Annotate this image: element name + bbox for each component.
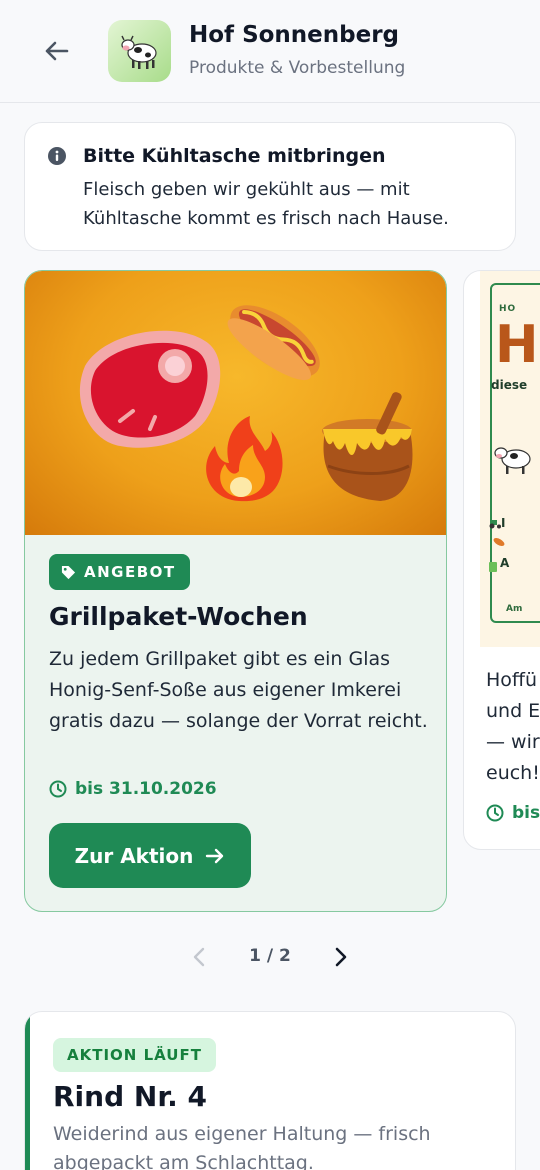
offer-date-label: bis <box>512 803 540 823</box>
offer-card-next[interactable]: HO H diese I A Am Hoffü und E — wir euch… <box>463 270 540 850</box>
back-button[interactable] <box>38 32 76 70</box>
offer-cta-label: Zur Aktion <box>74 843 194 868</box>
cooler-bag-notice: Bitte Kühltasche mitbringen Fleisch gebe… <box>24 122 516 251</box>
chevron-right-icon <box>335 947 347 967</box>
pager-prev-button[interactable] <box>181 938 217 976</box>
cow-icon <box>120 35 157 69</box>
product-title: Rind Nr. 4 <box>53 1080 207 1113</box>
product-card[interactable]: AKTION LÄUFT Rind Nr. 4 Weiderind aus ei… <box>24 1011 516 1170</box>
poster-kicker: HO <box>499 304 517 314</box>
clock-icon <box>49 780 67 798</box>
offer-date: bis 31.10.2026 <box>49 779 217 799</box>
farm-subtitle: Produkte & Vorbestellung <box>189 58 406 78</box>
chevron-left-icon <box>193 947 205 967</box>
product-accent-bar <box>25 1012 30 1170</box>
app-header: Hof Sonnenberg Produkte & Vorbestellung <box>0 0 540 103</box>
farm-title: Hof Sonnenberg <box>189 22 400 48</box>
cow-icon <box>494 447 531 474</box>
poster-subline: diese <box>491 378 528 392</box>
tractor-icon <box>489 520 501 529</box>
offer-title: Grillpaket-Wochen <box>49 602 308 631</box>
info-icon <box>48 147 66 165</box>
offer-badge-label: ANGEBOT <box>84 563 176 581</box>
poster-footer: Am <box>506 604 523 614</box>
offer-date: bis <box>486 803 540 823</box>
notice-text: Fleisch geben wir gekühlt aus — mit Kühl… <box>83 179 449 229</box>
sausage-icon <box>493 538 505 546</box>
arrow-left-icon <box>45 41 69 61</box>
product-description: Weiderind aus eigener Haltung — frisch a… <box>53 1123 431 1170</box>
offer-card[interactable]: ANGEBOT Grillpaket-Wochen Zu jedem Grill… <box>24 270 447 912</box>
pager-label: 1 / 2 <box>249 946 291 966</box>
carousel-pager: 1 / 2 <box>0 936 540 978</box>
poster-row-3: A <box>500 556 510 570</box>
arrow-right-icon <box>206 848 224 863</box>
pager-next-button[interactable] <box>323 938 359 976</box>
offer-cta-button[interactable]: Zur Aktion <box>49 823 251 888</box>
jar-icon <box>489 562 497 572</box>
offer-image <box>25 271 446 535</box>
notice-title: Bitte Kühltasche mitbringen <box>83 145 386 167</box>
product-status-badge: AKTION LÄUFT <box>53 1038 216 1072</box>
offer-text: Zu jedem Grillpaket gibt es ein Glas Hon… <box>49 648 428 732</box>
clock-icon <box>486 804 504 822</box>
tag-icon <box>61 565 76 579</box>
grill-illustration <box>79 305 413 502</box>
offer-badge: ANGEBOT <box>49 554 190 590</box>
offer-text: Hoffü und E — wir euch! <box>486 669 540 784</box>
poster-row-1: I <box>501 516 506 530</box>
farm-logo <box>108 20 171 82</box>
offer-date-label: bis 31.10.2026 <box>75 779 217 799</box>
poster-headline: H <box>495 315 539 375</box>
